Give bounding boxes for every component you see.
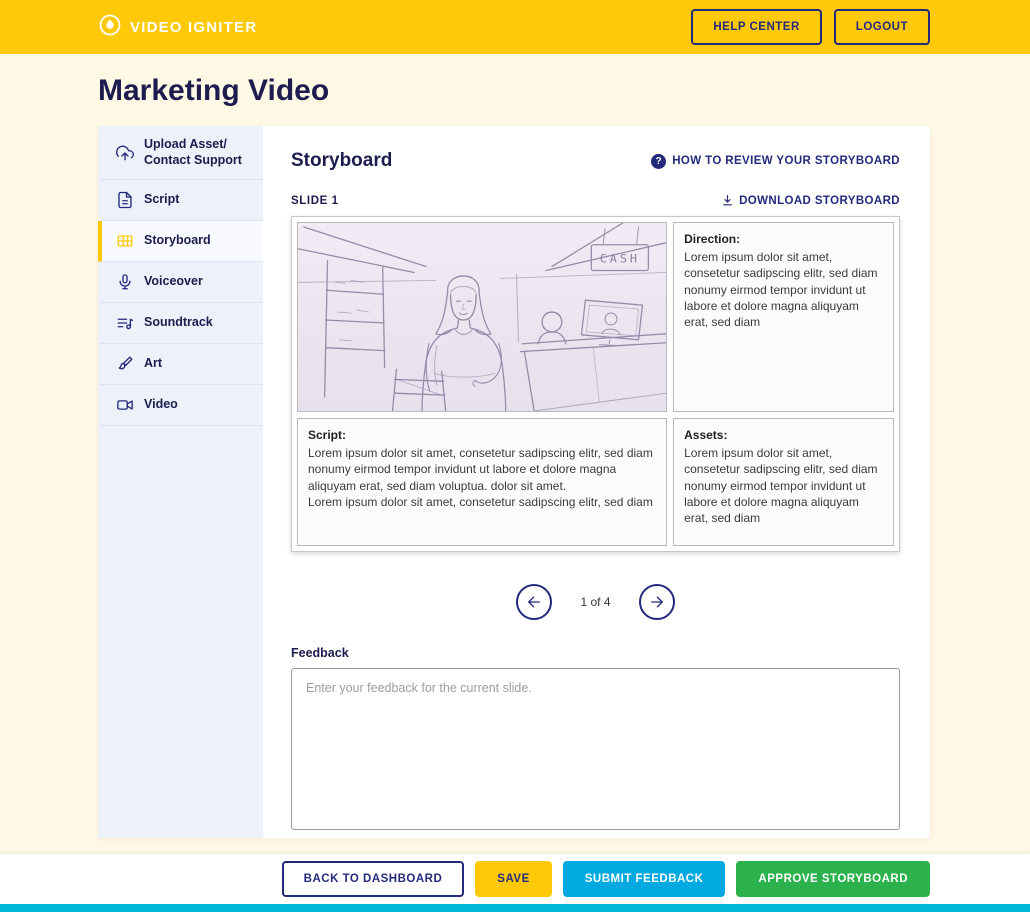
sidebar-item-storyboard[interactable]: Storyboard [98,221,263,262]
download-icon [721,194,734,207]
page: Marketing Video Upload Asset/ Contact Su… [0,54,1030,838]
sidebar-item-label: Voiceover [144,274,203,290]
feedback-label: Feedback [291,646,900,660]
assets-label: Assets: [684,427,883,443]
sidebar: Upload Asset/ Contact Support Script [98,126,263,838]
sidebar-item-label: Storyboard [144,233,211,249]
feedback-section: Feedback [291,646,900,835]
footer: BACK TO DASHBOARD SAVE SUBMIT FEEDBACK A… [0,854,1030,912]
cloud-upload-icon [116,144,134,162]
microphone-icon [116,273,134,291]
sidebar-item-voiceover[interactable]: Voiceover [98,262,263,303]
download-storyboard-label: DOWNLOAD STORYBOARD [739,195,900,207]
direction-box: Direction: Lorem ipsum dolor sit amet, c… [673,222,894,412]
sidebar-item-label: Art [144,356,162,372]
storyboard-grid: CASH Direction: Lorem ipsum dolor sit am… [297,222,894,546]
topbar-actions: HELP CENTER LOGOUT [691,9,930,45]
footer-accent-strip [0,904,1030,912]
arrow-right-icon [648,593,666,611]
section-title: Storyboard [291,150,392,172]
sidebar-item-label: Video [144,397,178,413]
sidebar-item-video[interactable]: Video [98,385,263,426]
script-icon [116,191,134,209]
script-label: Script: [308,427,656,443]
sidebar-item-art[interactable]: Art [98,344,263,385]
question-circle-icon: ? [651,154,666,169]
art-icon [116,355,134,373]
panel-header: Storyboard ? HOW TO REVIEW YOUR STORYBOA… [291,150,900,172]
storyboard-icon [116,232,134,250]
brand: VIDEO IGNITER [98,13,257,42]
slide-pagination: 1 of 4 [291,584,900,620]
submit-feedback-button[interactable]: SUBMIT FEEDBACK [563,861,726,897]
sidebar-item-upload-asset[interactable]: Upload Asset/ Contact Support [98,126,263,180]
direction-text: Lorem ipsum dolor sit amet, consetetur s… [684,249,883,330]
arrow-left-icon [525,593,543,611]
content-card: Upload Asset/ Contact Support Script [98,126,930,838]
assets-text: Lorem ipsum dolor sit amet, consetetur s… [684,445,883,526]
slide-header: SLIDE 1 DOWNLOAD STORYBOARD [291,194,900,207]
sidebar-item-soundtrack[interactable]: Soundtrack [98,303,263,344]
sidebar-item-label: Script [144,192,179,208]
sidebar-item-script[interactable]: Script [98,180,263,221]
save-button[interactable]: SAVE [475,861,551,897]
page-title: Marketing Video [98,74,930,108]
top-bar: VIDEO IGNITER HELP CENTER LOGOUT [0,0,1030,54]
storyboard-panel: Storyboard ? HOW TO REVIEW YOUR STORYBOA… [263,126,930,838]
script-box: Script: Lorem ipsum dolor sit amet, cons… [297,418,667,546]
video-camera-icon [116,396,134,414]
sidebar-item-label: Soundtrack [144,315,213,331]
download-storyboard-link[interactable]: DOWNLOAD STORYBOARD [721,194,900,207]
soundtrack-icon [116,314,134,332]
back-to-dashboard-button[interactable]: BACK TO DASHBOARD [282,861,465,897]
action-bar: BACK TO DASHBOARD SAVE SUBMIT FEEDBACK A… [0,854,1030,904]
storyboard-slide-card: CASH Direction: Lorem ipsum dolor sit am… [291,216,900,552]
slide-page-count: 1 of 4 [580,595,610,609]
brand-logo-icon [98,13,122,42]
slide-label: SLIDE 1 [291,195,339,207]
brand-name: VIDEO IGNITER [130,19,257,36]
how-to-review-label: HOW TO REVIEW YOUR STORYBOARD [672,155,900,167]
sketch-cash-sign-text: CASH [600,252,640,266]
script-text-2: Lorem ipsum dolor sit amet, consetetur s… [308,494,656,510]
assets-box: Assets: Lorem ipsum dolor sit amet, cons… [673,418,894,546]
sidebar-item-label: Upload Asset/ Contact Support [144,137,242,168]
storyboard-sketch-image: CASH [297,222,667,412]
how-to-review-link[interactable]: ? HOW TO REVIEW YOUR STORYBOARD [651,154,900,169]
previous-slide-button[interactable] [516,584,552,620]
approve-storyboard-button[interactable]: APPROVE STORYBOARD [736,861,930,897]
next-slide-button[interactable] [639,584,675,620]
help-center-button[interactable]: HELP CENTER [691,9,821,45]
feedback-input[interactable] [291,668,900,830]
logout-button[interactable]: LOGOUT [834,9,930,45]
script-text-1: Lorem ipsum dolor sit amet, consetetur s… [308,445,656,494]
direction-label: Direction: [684,231,883,247]
